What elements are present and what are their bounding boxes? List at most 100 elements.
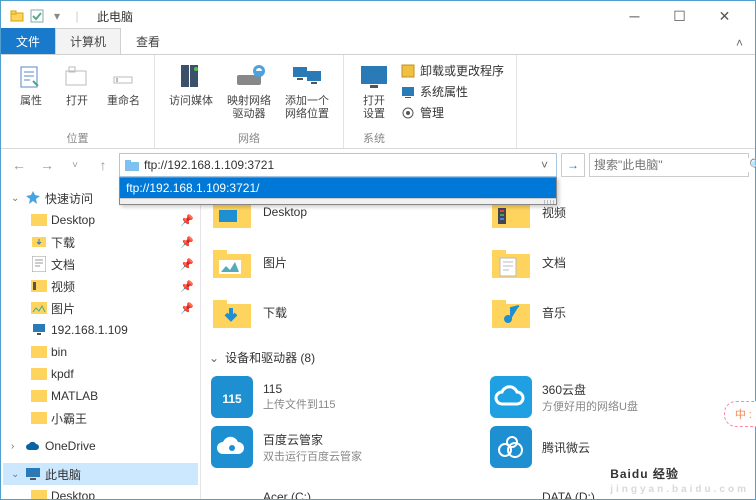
tab-view[interactable]: 查看 <box>121 28 175 54</box>
ribbon-collapse-icon[interactable]: ˄ <box>724 32 755 54</box>
add-location-button[interactable]: 添加一个 网络位置 <box>279 59 335 123</box>
cloud-icon <box>25 438 41 454</box>
download-icon <box>31 234 47 250</box>
device-acer-c[interactable]: Acer (C:) <box>209 474 468 499</box>
address-input[interactable] <box>144 158 537 172</box>
manage-button[interactable]: 管理 <box>400 103 504 122</box>
group-label-system: 系统 <box>363 128 385 146</box>
sidebar-this-pc[interactable]: ⌄此电脑 <box>3 463 198 485</box>
chevron-down-icon[interactable]: ˅ <box>537 158 552 172</box>
nav-up-button[interactable]: ↑ <box>91 153 115 177</box>
chevron-down-icon: ⌄ <box>11 469 21 480</box>
drive-icon <box>490 476 532 499</box>
check-icon <box>29 8 45 24</box>
resize-handle-icon[interactable] <box>120 198 556 204</box>
pin-icon: 📌 <box>180 258 194 271</box>
monitors-icon <box>291 61 323 93</box>
device-weiyun[interactable]: 腾讯微云 <box>488 424 747 470</box>
sidebar-item-videos[interactable]: 视频📌 <box>3 275 198 297</box>
sidebar-item-downloads[interactable]: 下载📌 <box>3 231 198 253</box>
cloud-app-icon <box>490 376 532 418</box>
address-dropdown: ftp://192.168.1.109:3721/ <box>119 177 557 205</box>
folder-icon <box>31 212 47 228</box>
ribbon-group-system: 打开 设置 系统 卸载或更改程序 系统属性 管理 <box>344 55 517 148</box>
sidebar-item-kpdf[interactable]: kpdf <box>3 363 198 385</box>
tab-file[interactable]: 文件 <box>1 28 55 54</box>
devices-grid: 115115上传文件到115 360云盘方便好用的网络U盘 百度云管家双击运行百… <box>209 374 747 499</box>
folder-pictures[interactable]: 图片 <box>209 239 468 285</box>
star-icon <box>25 190 41 206</box>
app-icon: 115 <box>211 376 253 418</box>
sidebar-item-matlab[interactable]: MATLAB <box>3 385 198 407</box>
device-baidu[interactable]: 百度云管家双击运行百度云管家 <box>209 424 468 470</box>
qat-more-icon[interactable]: ▾ <box>49 8 65 24</box>
uninstall-button[interactable]: 卸载或更改程序 <box>400 61 504 80</box>
sidebar-item-documents[interactable]: 文档📌 <box>3 253 198 275</box>
open-button[interactable]: 打开 <box>55 59 99 110</box>
pc-icon <box>25 466 41 482</box>
folder-icon <box>124 157 140 173</box>
folder-documents[interactable]: 文档 <box>488 239 747 285</box>
map-drive-button[interactable]: 映射网络 驱动器 <box>221 59 277 123</box>
uninstall-icon <box>400 63 416 79</box>
device-115[interactable]: 115115上传文件到115 <box>209 374 468 420</box>
sysprop-button[interactable]: 系统属性 <box>400 82 504 101</box>
access-media-button[interactable]: 访问媒体 <box>163 59 219 123</box>
sidebar-item-bin[interactable]: bin <box>3 341 198 363</box>
ribbon-group-location: 属性 打开 重命名 位置 <box>1 55 155 148</box>
devices-header[interactable]: ⌄设备和驱动器 (8) <box>209 349 747 366</box>
nav-history-button[interactable]: ˅ <box>63 153 87 177</box>
sidebar-item-desktop[interactable]: Desktop📌 <box>3 209 198 231</box>
svg-text:115: 115 <box>222 392 242 406</box>
nav-back-button[interactable]: ← <box>7 153 31 177</box>
cloud-app-icon <box>211 426 253 468</box>
chevron-right-icon: › <box>11 441 21 452</box>
cloud-app-icon <box>490 426 532 468</box>
sidebar-item-desktop2[interactable]: Desktop <box>3 485 198 499</box>
search-input[interactable] <box>594 158 749 172</box>
group-label-network: 网络 <box>238 128 260 146</box>
folder-downloads[interactable]: 下载 <box>209 289 468 335</box>
pin-icon: 📌 <box>180 280 194 293</box>
content-area: Desktop 视频 图片 文档 下载 音乐 ⌄设备和驱动器 (8) 11511… <box>201 181 755 499</box>
folder-icon <box>31 388 47 404</box>
maximize-button[interactable]: ☐ <box>657 2 702 30</box>
ribbon-tabs: 文件 计算机 查看 ˄ <box>1 31 755 55</box>
search-box[interactable]: 🔍 <box>589 153 749 177</box>
search-icon: 🔍 <box>749 158 756 172</box>
sidebar-item-pictures[interactable]: 图片📌 <box>3 297 198 319</box>
ime-indicator[interactable]: 中 : <box>724 401 756 427</box>
tab-computer[interactable]: 计算机 <box>55 28 121 54</box>
folder-icon <box>9 8 25 24</box>
separator-icon: | <box>69 8 85 24</box>
drive-network-icon <box>233 61 265 93</box>
pin-icon: 📌 <box>180 236 194 249</box>
sidebar-onedrive[interactable]: ›OneDrive <box>3 435 198 457</box>
open-settings-button[interactable]: 打开 设置 <box>352 59 396 123</box>
rename-button[interactable]: 重命名 <box>101 59 146 110</box>
properties-button[interactable]: 属性 <box>9 59 53 110</box>
server-icon <box>175 61 207 93</box>
picture-icon <box>31 300 47 316</box>
music-folder-icon <box>490 291 532 333</box>
group-label-location: 位置 <box>67 128 89 146</box>
sidebar-item-xiaobawang[interactable]: 小霸王 <box>3 407 198 429</box>
folder-icon <box>31 344 47 360</box>
sysprop-icon <box>400 84 416 100</box>
nav-forward-button[interactable]: → <box>35 153 59 177</box>
chevron-down-icon: ⌄ <box>209 351 219 365</box>
close-button[interactable]: ✕ <box>702 2 747 30</box>
go-button[interactable]: → <box>561 153 585 177</box>
address-bar[interactable]: ˅ ftp://192.168.1.109:3721/ <box>119 153 557 177</box>
sidebar-item-ftp[interactable]: 192.168.1.109 <box>3 319 198 341</box>
nav-bar: ← → ˅ ↑ ˅ ftp://192.168.1.109:3721/ → 🔍 <box>1 149 755 181</box>
device-data-d[interactable]: DATA (D:) <box>488 474 747 499</box>
minimize-button[interactable]: ─ <box>612 2 657 30</box>
folder-music[interactable]: 音乐 <box>488 289 747 335</box>
address-suggestion[interactable]: ftp://192.168.1.109:3721/ <box>120 178 556 198</box>
download-folder-icon <box>211 291 253 333</box>
manage-icon <box>400 105 416 121</box>
monitor-icon <box>358 61 390 93</box>
device-360[interactable]: 360云盘方便好用的网络U盘 <box>488 374 747 420</box>
chevron-down-icon: ⌄ <box>11 193 21 204</box>
